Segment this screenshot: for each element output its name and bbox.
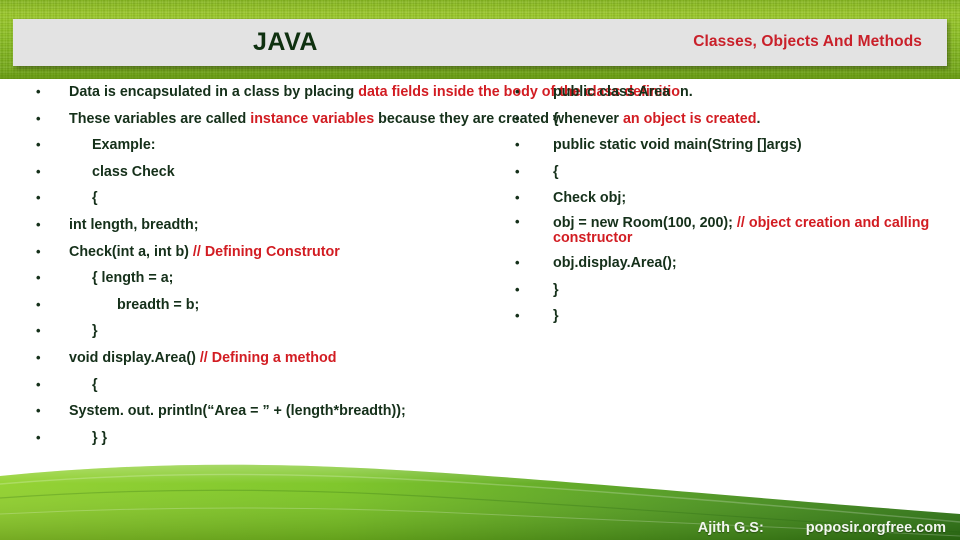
bullet-line: • These variables are called instance var…	[22, 106, 760, 133]
bullet-line: •}	[22, 318, 502, 345]
bullet-icon: •	[515, 254, 520, 270]
bullet-icon: •	[36, 137, 41, 153]
bullet-icon: •	[36, 243, 41, 259]
bullet-line: • class Check	[22, 159, 502, 186]
bullet-line: •{	[22, 185, 502, 212]
bullet-line: • } }	[22, 425, 502, 452]
slide: JAVA Classes, Objects And Methods • Data …	[0, 0, 960, 540]
bullet-icon: •	[36, 376, 41, 392]
bullet-icon: •	[36, 429, 41, 445]
bullet-text: }	[553, 281, 559, 298]
bullet-icon: •	[515, 281, 520, 297]
left-bullet-column: • Data is encapsulated in a class by plac…	[22, 79, 760, 452]
bullet-icon: •	[515, 213, 520, 229]
bullet-line: •{	[498, 159, 948, 186]
bullet-text: These variables are called	[69, 110, 251, 127]
bullet-text: breadth = b;	[117, 296, 200, 313]
bullet-text: public static void main(String []args)	[553, 137, 802, 154]
bullet-icon: •	[36, 323, 41, 339]
slide-content: • Data is encapsulated in a class by plac…	[0, 79, 960, 540]
bullet-icon: •	[36, 270, 41, 286]
bullet-icon: •	[36, 110, 41, 126]
bullet-text: Check(int a, int b)	[69, 243, 193, 260]
bullet-line: • Check(int a, int b) // Defining Constru…	[22, 239, 502, 266]
bullet-icon: •	[36, 163, 41, 179]
bullet-text: {	[92, 190, 98, 207]
bullet-line: • obj = new Room(100, 200); // object cre…	[498, 212, 948, 250]
bullet-text: class Check	[92, 163, 175, 180]
bullet-icon: •	[36, 190, 41, 206]
bullet-line: • public class Area	[498, 79, 948, 106]
bullet-text-accent: // Defining a method	[199, 349, 337, 366]
bullet-icon: •	[515, 163, 520, 179]
bullet-icon: •	[515, 137, 520, 153]
bullet-text: }	[92, 323, 98, 340]
bullet-line: • { length = a;	[22, 265, 502, 292]
bullet-line: • int length, breadth;	[22, 212, 502, 239]
bullet-text: {	[553, 163, 559, 180]
bullet-text: {	[553, 110, 559, 127]
header-subtitle: Classes, Objects And Methods	[693, 33, 922, 50]
footer-website: poposir.orgfree.com	[805, 520, 946, 536]
bullet-text: Data is encapsulated in a class by placi…	[69, 84, 359, 100]
footer-author: Ajith G.S:	[697, 520, 764, 536]
bullet-line: • breadth = b;	[22, 292, 502, 319]
bullet-icon: •	[36, 84, 41, 99]
header-panel: JAVA Classes, Objects And Methods	[13, 19, 947, 66]
bullet-icon: •	[36, 349, 41, 365]
bullet-line: •{	[22, 372, 502, 399]
bullet-text: Example:	[92, 137, 156, 154]
bullet-line: • Check obj;	[498, 185, 948, 212]
bullet-line: • void display.Area() // Defining a metho…	[22, 345, 502, 372]
bullet-icon: •	[515, 190, 520, 206]
bullet-line: • Data is encapsulated in a class by plac…	[22, 79, 693, 106]
bullet-text: public class Area	[553, 84, 671, 100]
bullet-text: int length, breadth;	[69, 216, 199, 233]
bullet-text: { length = a;	[92, 270, 174, 287]
bullet-icon: •	[36, 403, 41, 419]
bullet-text: Check obj;	[553, 190, 627, 207]
bullet-text: {	[92, 376, 98, 393]
bullet-icon: •	[36, 216, 41, 232]
bullet-line: • public static void main(String []args)	[498, 132, 948, 159]
bullet-line: • obj.display.Area();	[498, 250, 948, 277]
right-bullet-column: • public class Area •{• public static void …	[498, 79, 948, 330]
bullet-text: } }	[92, 429, 108, 446]
bullet-icon: •	[515, 308, 520, 324]
bullet-icon: •	[36, 296, 41, 312]
footer: Ajith G.S: poposir.orgfree.com	[698, 520, 946, 536]
bullet-text-accent: // Defining Construtor	[192, 243, 340, 260]
bullet-text: obj = new Room(100, 200);	[553, 214, 737, 231]
bullet-icon: •	[515, 110, 520, 126]
bullet-text: System. out. println(“Area = ” + (length…	[69, 403, 406, 420]
bullet-line: •}	[498, 303, 948, 330]
bullet-icon: •	[515, 84, 520, 99]
bullet-line: •}	[498, 277, 948, 304]
bullet-text: void display.Area()	[69, 349, 200, 366]
bullet-line: • System. out. println(“Area = ” + (lengt…	[22, 398, 502, 425]
bullet-text-accent: instance variables	[250, 110, 375, 127]
page-title: JAVA	[253, 28, 318, 56]
bullet-text: }	[553, 308, 559, 325]
bullet-line: •{	[498, 106, 948, 133]
bullet-text: obj.display.Area();	[553, 254, 677, 271]
bullet-line: • Example:	[22, 132, 502, 159]
